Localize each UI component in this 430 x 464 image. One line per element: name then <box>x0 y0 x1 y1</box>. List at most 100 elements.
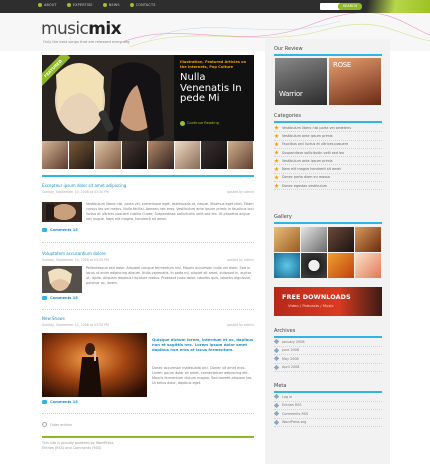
featured-kicker: Illustration, Featured Articles on the I… <box>180 60 247 69</box>
category-item[interactable]: Donec egestas vestibulum <box>274 182 382 191</box>
site-logo[interactable]: musicmix <box>41 19 122 39</box>
archive-item[interactable]: May 2008 <box>273 355 382 364</box>
gallery-thumbnail[interactable] <box>301 253 327 278</box>
category-item[interactable]: Vestibulum ante ipsum primis <box>274 157 382 166</box>
thumbnail[interactable] <box>201 141 228 169</box>
nav-item-label: CONTACTS <box>135 3 156 7</box>
post-date: Sunday, September 10, 2008 at 03:30 PM <box>42 190 109 194</box>
meta-item[interactable]: WordPress.org <box>273 419 382 427</box>
nav-item-expertise[interactable]: EXPERTISE <box>66 3 93 7</box>
meta-item[interactable]: Comments RSS <box>273 410 382 419</box>
sidebar-heading-archives: Archives <box>274 328 296 334</box>
meta-item[interactable]: Entries RSS <box>273 402 382 410</box>
thumbnail[interactable] <box>148 141 175 169</box>
gallery-thumbnail[interactable] <box>274 253 300 278</box>
gallery-thumbnail[interactable] <box>328 227 354 252</box>
post-author[interactable]: posted by admin <box>227 323 254 327</box>
comments-link[interactable]: Comments 15 <box>42 228 78 232</box>
banner-subtitle: Video / Podcasts / Music <box>288 303 334 308</box>
arrow-left-icon <box>42 422 47 427</box>
sidebar-heading-categories: Categories <box>274 113 301 119</box>
gallery-thumbnail[interactable] <box>274 227 300 252</box>
thumbnail[interactable] <box>95 141 122 169</box>
category-item[interactable]: Vestibulum libero nisl porta vel sedeler… <box>274 124 382 133</box>
continue-reading-link[interactable]: Continue Reading <box>180 120 250 126</box>
post-excerpt: Donec accumsan malesuada orci. Donec sit… <box>152 366 253 385</box>
category-item[interactable]: Suspendisse sollicitudin velit sed leo <box>274 149 382 158</box>
sidebar-heading-review: Our Review <box>274 46 303 52</box>
archive-item[interactable]: April 2008 <box>273 364 382 372</box>
diamond-icon <box>273 364 280 370</box>
continue-reading-label: Continue Reading <box>187 121 219 126</box>
post-author[interactable]: posted by admin <box>227 190 254 194</box>
thumbnail[interactable] <box>227 141 254 169</box>
star-icon <box>274 183 279 188</box>
thumbnail[interactable] <box>42 141 69 169</box>
featured-title[interactable]: Nulla Venenatis In pede Mi <box>180 73 250 105</box>
post-title[interactable]: Excepteur ipsum dolor sit amet adipiscin… <box>42 183 254 188</box>
older-entries-link[interactable]: Older entries <box>42 422 72 427</box>
comment-icon <box>42 228 47 232</box>
older-entries-label: Older entries <box>50 422 73 427</box>
post-title[interactable]: New Shows <box>42 316 254 321</box>
free-downloads-banner[interactable]: FREE DOWNLOADS Video / Podcasts / Music <box>274 287 382 316</box>
post-author[interactable]: posted by admin <box>227 258 254 262</box>
gallery-thumbnail[interactable] <box>355 253 381 278</box>
nav-item-label: ABOUT <box>44 3 57 7</box>
comments-label: Comments 15 <box>50 400 78 404</box>
featured-slider[interactable]: FEATURED Illustration, Featured Articles… <box>42 55 254 141</box>
review-card-warrior[interactable]: Warrior <box>275 58 327 105</box>
category-item[interactable]: Faucibus orci luctus et ultrices posuere <box>274 141 382 149</box>
logo-text-bold: mix <box>88 19 121 39</box>
thumbnail[interactable] <box>68 141 95 169</box>
archive-label: January 2008 <box>282 339 305 344</box>
star-icon <box>274 133 279 138</box>
post-title[interactable]: Voluptatem accusantium dolore <box>42 251 254 256</box>
thumbnail[interactable] <box>174 141 201 169</box>
footer-divider <box>42 436 254 438</box>
archives-list: January 2008 June 2008 May 2008 April 20… <box>273 338 382 372</box>
post-image[interactable] <box>42 333 147 397</box>
archive-item[interactable]: January 2008 <box>273 338 382 347</box>
sidebar-heading-gallery: Gallery <box>274 214 292 220</box>
categories-list: Vestibulum libero nisl porta vel sedeler… <box>274 124 382 191</box>
featured-text: Illustration, Featured Articles on the I… <box>180 60 250 126</box>
nav-item-about[interactable]: ABOUT <box>38 3 57 7</box>
archive-label: June 2008 <box>282 348 300 353</box>
star-icon <box>274 150 279 155</box>
content-divider <box>42 175 254 177</box>
category-item[interactable]: Donec porta diam eu massa <box>274 174 382 183</box>
diamond-icon <box>273 419 280 425</box>
meta-item[interactable]: Log in <box>273 393 382 402</box>
nav-item-contacts[interactable]: CONTACTS <box>129 3 156 7</box>
gallery-thumbnail[interactable] <box>355 227 381 252</box>
blog-post: Voluptatem accusantium dolore Sunday, Se… <box>42 251 254 262</box>
post-meta: Sunday, September 10, 2008 at 03:30 PM po… <box>42 258 254 262</box>
blog-post: Excepteur ipsum dolor sit amet adipiscin… <box>42 183 254 194</box>
comments-link[interactable]: Comments 15 <box>42 400 78 404</box>
archive-item[interactable]: June 2008 <box>273 347 382 355</box>
star-icon <box>274 174 279 180</box>
review-card-rose[interactable]: ROSE <box>329 58 381 105</box>
category-label: Donec porta diam eu massa <box>282 175 330 180</box>
category-item[interactable]: Nam elit magna hendrerit sit amet <box>274 165 382 174</box>
gallery-thumbnail[interactable] <box>301 227 327 252</box>
category-item[interactable]: Vestibulum ante ipsum primis <box>274 132 382 141</box>
sidebar-heading-meta: Meta <box>274 383 287 389</box>
gallery-thumbnail[interactable] <box>328 253 354 278</box>
star-icon <box>274 125 279 130</box>
diamond-icon <box>273 339 280 345</box>
post-image[interactable] <box>42 202 82 222</box>
review-label: Warrior <box>279 90 303 98</box>
post-image[interactable] <box>42 266 82 293</box>
arrow-icon <box>180 120 185 126</box>
post-date: Sunday, September 10, 2008 at 03:30 PM <box>42 323 109 327</box>
featured-image: FEATURED <box>42 55 174 141</box>
post-separator <box>42 413 254 414</box>
search-button[interactable]: SEARCH <box>338 3 362 10</box>
nav-bullet-icon <box>129 3 134 7</box>
footer-feeds[interactable]: Entries (RSS) and Comments (RSS) <box>42 446 202 451</box>
nav-item-news[interactable]: NEWS <box>102 3 120 7</box>
comments-link[interactable]: Comments 15 <box>42 296 78 300</box>
thumbnail[interactable] <box>121 141 148 169</box>
